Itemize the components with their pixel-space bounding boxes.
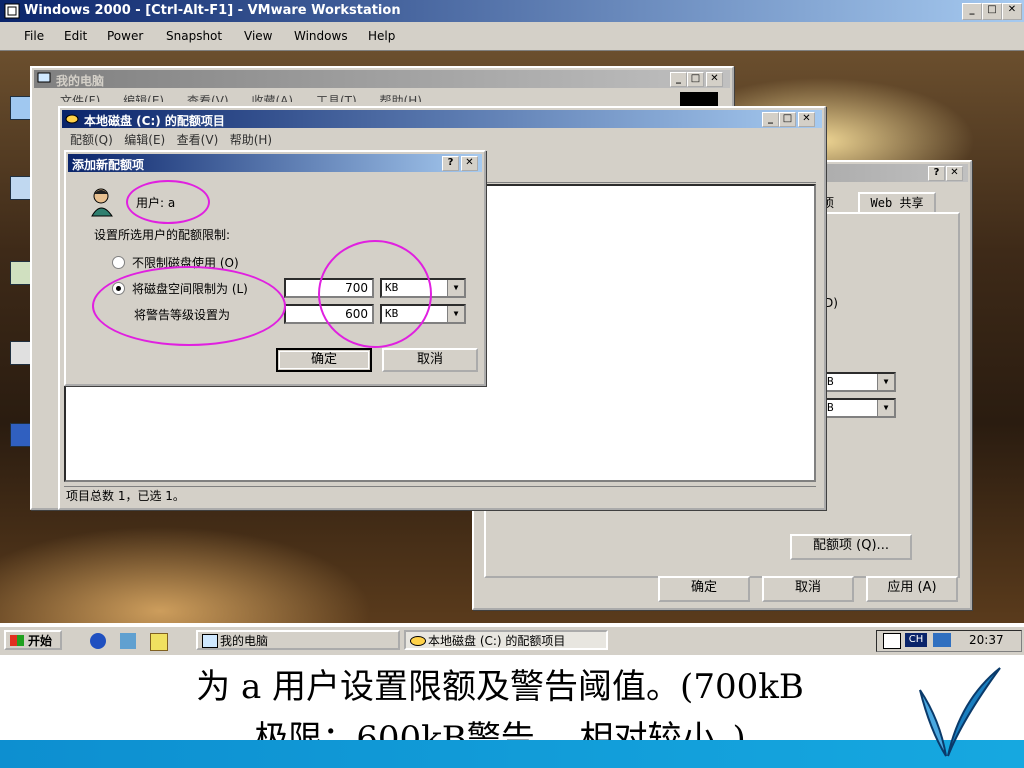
taskbar: 开始 我的电脑 本地磁盘 (C:) 的配额项目 CH 20:37: [0, 625, 1024, 655]
quota-menubar: 配额(Q) 编辑(E) 查看(V) 帮助(H): [70, 131, 272, 148]
computer-icon: [37, 72, 51, 85]
help-button[interactable]: ?: [928, 166, 945, 181]
quota-entries-titlebar: 本地磁盘 (C:) 的配额项目 _ □ ✕: [62, 110, 822, 128]
chevron-down-icon: ▼: [877, 400, 894, 416]
caption-line-1: 为 a 用户设置限额及警告阈值。(700kB: [196, 667, 804, 707]
minimize-button[interactable]: _: [762, 112, 779, 127]
feather-logo-icon: [919, 667, 1001, 757]
menu-view[interactable]: 查看(V): [177, 133, 219, 147]
menu-help[interactable]: Help: [368, 29, 395, 43]
menu-quota[interactable]: 配额(Q): [70, 133, 113, 147]
close-button[interactable]: ✕: [798, 112, 815, 127]
my-computer-title: 我的电脑: [56, 74, 105, 88]
partial-label: D): [824, 296, 838, 310]
computer-icon: [202, 634, 218, 648]
menu-view[interactable]: 查看(V): [187, 94, 229, 102]
quota-entries-button[interactable]: 配额项 (Q)...: [790, 534, 912, 560]
system-tray: CH 20:37: [876, 630, 1022, 652]
user-icon: [91, 188, 113, 217]
menu-edit[interactable]: 编辑(E): [123, 94, 164, 102]
language-indicator[interactable]: CH: [905, 633, 927, 647]
limit-unit-select[interactable]: B ▼: [822, 398, 896, 418]
minimize-button[interactable]: _: [962, 3, 982, 20]
tab-web-sharing[interactable]: Web 共享: [858, 192, 936, 214]
maximize-button[interactable]: □: [687, 72, 704, 87]
desktop-show-icon[interactable]: [150, 633, 168, 651]
vmware-menubar: File Edit Power Snapshot View Windows He…: [0, 22, 1024, 51]
vmware-title: Windows 2000 - [Ctrl-Alt-F1] - VMware Wo…: [24, 3, 401, 18]
menu-windows[interactable]: Windows: [294, 29, 348, 43]
warning-unit-select[interactable]: B ▼: [822, 372, 896, 392]
chevron-down-icon: ▼: [447, 280, 464, 296]
quick-launch: [70, 631, 180, 651]
menu-favorites[interactable]: 收藏(A): [251, 94, 293, 102]
menu-edit[interactable]: Edit: [64, 29, 87, 43]
dialog-title: 添加新配额项: [72, 158, 145, 172]
close-button[interactable]: ✕: [946, 166, 963, 181]
menu-snapshot[interactable]: Snapshot: [166, 29, 222, 43]
apply-button[interactable]: 应用 (A): [866, 576, 958, 602]
dialog-ok-button[interactable]: 确定: [276, 348, 372, 372]
slide-footer-bar: [0, 740, 1024, 768]
combo-value: B: [827, 375, 834, 388]
start-label: 开始: [28, 634, 53, 648]
explorer-icon[interactable]: [120, 633, 136, 649]
quota-entries-title: 本地磁盘 (C:) 的配额项目: [84, 114, 225, 128]
combo-value: B: [827, 401, 834, 414]
menu-help[interactable]: 帮助(H): [230, 133, 272, 147]
start-button[interactable]: 开始: [4, 630, 62, 650]
chevron-down-icon: ▼: [447, 306, 464, 322]
task-my-computer[interactable]: 我的电脑: [196, 630, 400, 650]
status-text: 项目总数 1，已选 1。: [66, 489, 185, 503]
dialog-titlebar: 添加新配额项 ? ✕: [68, 154, 482, 172]
help-button[interactable]: ?: [442, 156, 459, 171]
menu-help[interactable]: 帮助(H): [380, 94, 422, 102]
menu-file[interactable]: 文件(F): [60, 94, 100, 102]
task-label: 本地磁盘 (C:) 的配额项目: [428, 634, 566, 648]
clock: 20:37: [969, 633, 1004, 647]
maximize-button[interactable]: □: [779, 112, 796, 127]
instruction-text: 设置所选用户的配额限制:: [94, 228, 231, 242]
menu-file[interactable]: File: [24, 29, 44, 43]
maximize-button[interactable]: □: [982, 3, 1002, 20]
vmware-icon: [4, 3, 20, 19]
menu-power[interactable]: Power: [107, 29, 143, 43]
close-button[interactable]: ✕: [706, 72, 723, 87]
windows-flag-icon: [10, 635, 24, 646]
radio-unlimited[interactable]: [112, 256, 125, 269]
chevron-down-icon: ▼: [877, 374, 894, 390]
my-computer-titlebar: 我的电脑 _ □ ✕: [34, 70, 730, 88]
task-label: 我的电脑: [220, 634, 269, 648]
menu-view[interactable]: View: [244, 29, 272, 43]
windows-logo: [680, 92, 718, 106]
status-bar: 项目总数 1，已选 1。: [64, 486, 816, 505]
annotation-ellipse-user: [126, 180, 210, 224]
disk-icon: [65, 114, 79, 124]
vmware-titlebar: Windows 2000 - [Ctrl-Alt-F1] - VMware Wo…: [0, 0, 1024, 22]
close-button[interactable]: ✕: [461, 156, 478, 171]
vmware-tray-icon[interactable]: [883, 633, 901, 649]
network-icon[interactable]: [933, 633, 951, 647]
menu-edit[interactable]: 编辑(E): [124, 133, 165, 147]
annotation-ellipse-values: [318, 240, 432, 348]
ie-icon[interactable]: [90, 633, 106, 649]
dialog-cancel-button[interactable]: 取消: [382, 348, 478, 372]
close-button[interactable]: ✕: [1002, 3, 1022, 20]
minimize-button[interactable]: _: [670, 72, 687, 87]
menu-tools[interactable]: 工具(T): [316, 94, 357, 102]
cancel-button[interactable]: 取消: [762, 576, 854, 602]
my-computer-menubar: 文件(F) 编辑(E) 查看(V) 收藏(A) 工具(T) 帮助(H): [60, 92, 480, 102]
annotation-ellipse-options: [92, 266, 286, 346]
disk-icon: [410, 636, 426, 646]
task-quota-entries[interactable]: 本地磁盘 (C:) 的配额项目: [404, 630, 608, 650]
ok-button[interactable]: 确定: [658, 576, 750, 602]
